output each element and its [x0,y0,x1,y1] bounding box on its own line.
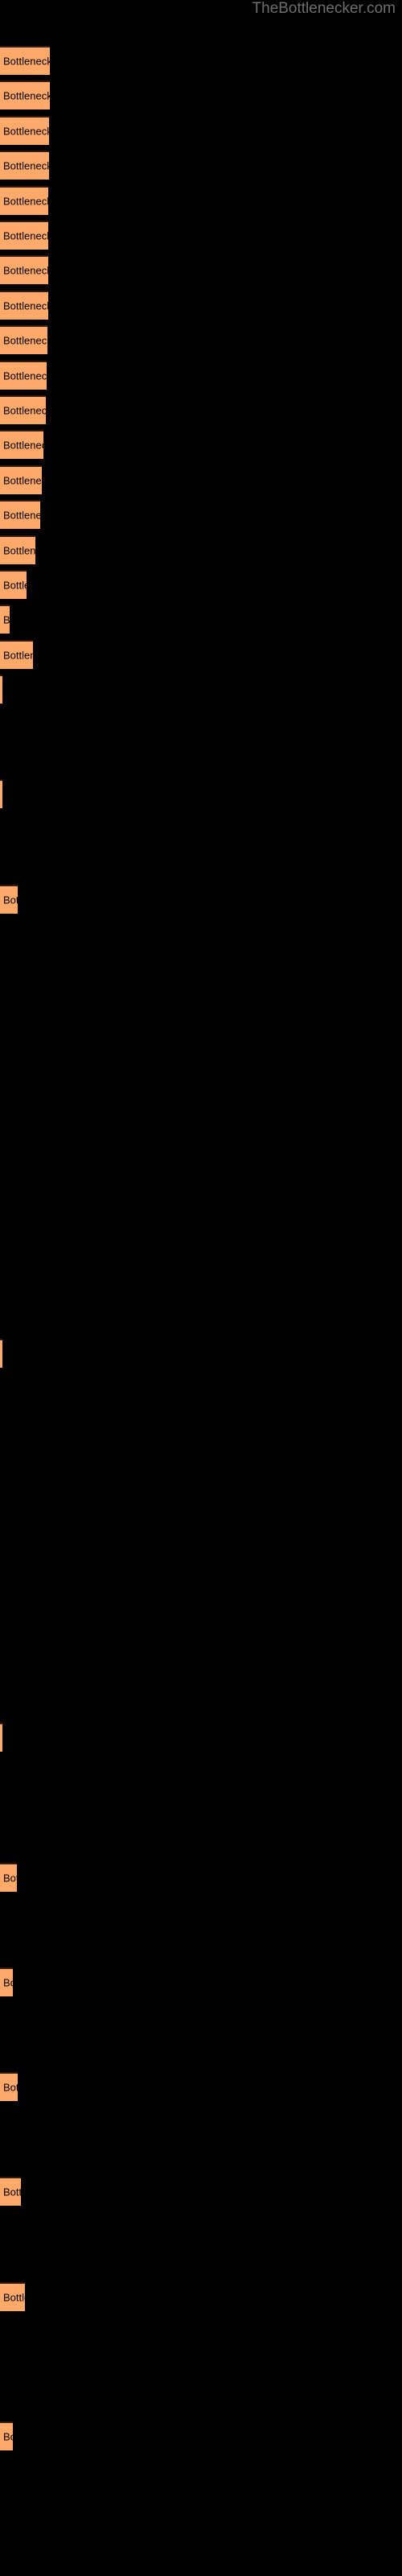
chart-bar: Bottleneck result [0,290,48,320]
chart-bar-label: Bottleneck result [3,404,46,417]
chart-bar: Bottleneck result [0,1967,13,1996]
chart-bar-label: Bottleneck result [3,369,47,382]
chart-bar-label: Bottleneck result [3,894,18,906]
chart-bar: Bottleneck result [0,2281,25,2311]
chart-bar-label: Bottleneck result [3,509,40,522]
chart-bar: Bottleneck result [0,535,35,564]
chart-bar: Bottleneck result [0,325,47,355]
chart-bar-label: Bottleneck result [3,1872,17,1885]
chart-bar-label: Bottleneck result [3,125,49,138]
chart-bar-label: Bottleneck result [3,649,33,662]
chart-bar: Bottleneck result [0,1338,2,1368]
chart-bar-label: Bottleneck result [3,1976,13,1989]
chart-bar-label: Bottleneck result [3,299,48,312]
chart-bar: Bottleneck result [0,779,2,809]
chart-bar-label: Bottleneck result [3,579,27,592]
chart-bar: Bottleneck result [0,884,18,914]
chart-bar: Bottleneck result [0,605,10,634]
chart-bar-label: Bottleneck result [3,89,50,102]
chart-bar: Bottleneck result [0,360,47,390]
chart-bar: Bottleneck result [0,151,49,180]
chart-bar: Bottleneck result [0,46,50,75]
chart-bar-label: Bottleneck result [3,2430,13,2443]
bottleneck-bar-chart: Bottleneck result Bottleneck result Bottle… [0,0,402,2576]
chart-bar: Bottleneck result [0,80,50,110]
chart-bar-label: Bottleneck result [3,334,47,347]
chart-bar: Bottleneck result [0,570,27,599]
chart-bar-label: Bottleneck result [3,195,48,208]
chart-bar: Bottleneck result [0,2421,13,2451]
chart-bar-label: Bottleneck result [3,2291,25,2304]
chart-bar: Bottleneck result [0,2072,18,2102]
chart-bar: Bottleneck result [0,2177,21,2207]
chart-bar: Bottleneck result [0,115,49,145]
chart-bar-label: Bottleneck result [3,159,49,172]
chart-bar: Bottleneck result [0,675,2,704]
chart-bar: Bottleneck result [0,1723,2,1752]
chart-bar: Bottleneck result [0,255,48,285]
chart-bar: Bottleneck result [0,464,42,494]
chart-bar-label: Bottleneck result [3,55,50,68]
chart-bar: Bottleneck result [0,185,48,215]
chart-bar-label: Bottleneck result [3,229,48,242]
chart-bar: Bottleneck result [0,1862,17,1892]
chart-bar: Bottleneck result [0,430,43,460]
chart-bar: Bottleneck result [0,395,46,424]
chart-bar-label: Bottleneck result [3,439,43,452]
chart-bar-label: Bottleneck result [3,264,48,277]
chart-bar: Bottleneck result [0,639,33,669]
chart-bar-label: Bottleneck result [3,2186,21,2198]
chart-bar-label: Bottleneck result [3,2081,18,2094]
chart-bar-label: Bottleneck result [3,613,10,626]
chart-bar: Bottleneck result [0,500,40,530]
chart-bar-label: Bottleneck result [3,474,42,487]
chart-bar: Bottleneck result [0,221,48,250]
chart-bar-label: Bottleneck result [3,544,35,557]
